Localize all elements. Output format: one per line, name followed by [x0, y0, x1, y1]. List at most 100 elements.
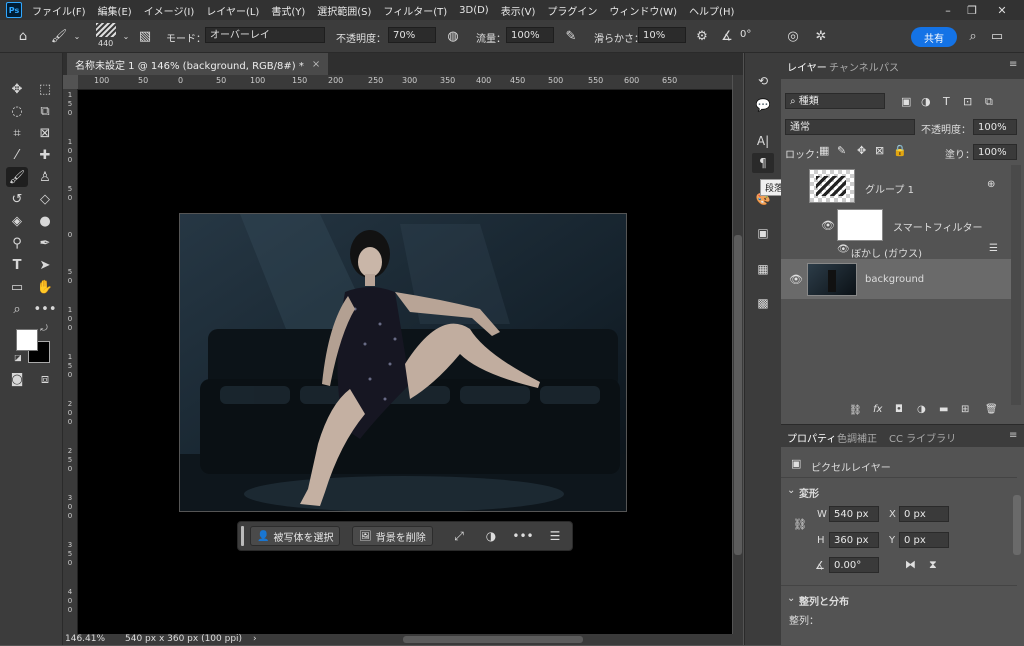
path-select-tool-icon[interactable]: ➤	[34, 255, 56, 275]
tab-layers[interactable]: レイヤー	[787, 59, 827, 74]
menu-help[interactable]: ヘルプ(H)	[683, 3, 740, 18]
object-select-tool-icon[interactable]: ⧉	[34, 101, 56, 121]
eye-icon[interactable]: 👁	[821, 219, 835, 232]
screen-mode-icon[interactable]: ⧈	[34, 369, 56, 389]
lock-position-icon[interactable]: ✥	[857, 144, 866, 157]
filter-type-icon[interactable]: T	[943, 95, 950, 108]
swap-colors-icon[interactable]: ⤾	[38, 323, 50, 335]
brush-tool-icon[interactable]: 🖌	[6, 167, 28, 187]
history-icon[interactable]: ⟲	[752, 71, 774, 91]
close-window-icon[interactable]: ✕	[990, 0, 1014, 20]
chevron-down-icon[interactable]: ⌄	[787, 485, 795, 496]
layer-filter-select[interactable]: ⌕ 種類	[785, 93, 885, 109]
quick-mask-icon[interactable]: ◙	[6, 369, 28, 389]
menu-edit[interactable]: 編集(E)	[92, 3, 138, 18]
layers-scrollbar[interactable]	[1011, 165, 1021, 405]
default-colors-icon[interactable]: ◪	[12, 351, 24, 363]
link-layers-icon[interactable]: ⛓	[849, 405, 862, 416]
filter-shape-icon[interactable]: ⊡	[963, 95, 972, 108]
select-subject-button[interactable]: 👤 被写体を選択	[250, 526, 341, 546]
rectangle-tool-icon[interactable]: ▭	[6, 277, 28, 297]
blend-mode-select[interactable]: 通常	[785, 119, 915, 135]
marquee-tool-icon[interactable]: ⬚	[34, 79, 56, 99]
new-adjustment-icon[interactable]: ◑	[917, 404, 926, 415]
height-input[interactable]: 360 px	[829, 532, 879, 548]
brush-settings-icon[interactable]: ▧	[136, 27, 154, 45]
document-info[interactable]: 540 px x 360 px (100 ppi)	[125, 634, 242, 644]
fill-input[interactable]: 100%	[973, 144, 1017, 160]
panel-menu-icon[interactable]: ≡	[1009, 59, 1017, 70]
patterns-icon[interactable]: ▩	[752, 293, 774, 313]
width-input[interactable]: 540 px	[829, 506, 879, 522]
horizontal-scroll-thumb[interactable]	[403, 636, 583, 643]
lock-pixels-icon[interactable]: ✎	[837, 144, 846, 157]
crop-tool-icon[interactable]: ⌗	[6, 123, 28, 143]
comment-icon[interactable]: 💬	[752, 95, 774, 115]
link-dimensions-icon[interactable]: ⛓	[793, 518, 807, 531]
symmetry-icon[interactable]: ✲	[812, 27, 830, 45]
properties-scroll-thumb[interactable]	[1013, 495, 1021, 555]
new-group-icon[interactable]: ▬	[939, 404, 948, 415]
healing-brush-tool-icon[interactable]: ✚	[34, 145, 56, 165]
scroll-thumb[interactable]	[734, 235, 742, 555]
menu-3d[interactable]: 3D(D)	[453, 5, 495, 16]
frame-tool-icon[interactable]: ⊠	[34, 123, 56, 143]
new-layer-icon[interactable]: ⊞	[961, 404, 969, 415]
gear-icon[interactable]: ⚙	[693, 27, 711, 45]
add-mask-icon[interactable]: ◘	[895, 404, 903, 415]
character-icon[interactable]: A|	[752, 131, 774, 151]
drag-handle[interactable]	[241, 526, 244, 546]
eyedropper-tool-icon[interactable]: ⁄	[6, 145, 28, 165]
menu-file[interactable]: ファイル(F)	[26, 3, 92, 18]
menu-window[interactable]: ウィンドウ(W)	[603, 3, 683, 18]
more-tools-icon[interactable]: •••	[34, 299, 57, 319]
filter-options-icon[interactable]: ☰	[989, 243, 998, 254]
gradient-icon[interactable]: ▣	[752, 223, 774, 243]
blend-mode-select[interactable]: オーバーレイ	[205, 27, 325, 43]
brush-preset-icon[interactable]	[96, 23, 116, 37]
filter-row-gaussian-blur[interactable]: 👁 ぼかし (ガウス) ☰	[781, 243, 1011, 260]
flip-vertical-icon[interactable]: ⧗	[929, 558, 937, 572]
search-icon[interactable]: ⌕	[964, 27, 982, 45]
adjustment-icon[interactable]: ◑	[480, 526, 502, 546]
swatches-icon[interactable]: ▦	[752, 259, 774, 279]
y-input[interactable]: 0 px	[899, 532, 949, 548]
more-options-icon[interactable]: •••	[512, 526, 534, 546]
zoom-level[interactable]: 146.41%	[65, 634, 105, 644]
layer-row-group[interactable]: グループ 1 ⊕	[781, 165, 1011, 209]
blur-tool-icon[interactable]: ●	[34, 211, 56, 231]
paint-bucket-tool-icon[interactable]: ◈	[6, 211, 28, 231]
eye-icon[interactable]: 👁	[837, 244, 850, 255]
filter-pixel-icon[interactable]: ▣	[901, 95, 911, 108]
flow-input[interactable]: 100%	[506, 27, 554, 43]
layer-row-background[interactable]: 👁 background	[781, 259, 1011, 299]
chevron-right-icon[interactable]: ›	[253, 634, 257, 644]
flip-horizontal-icon[interactable]: ⧓	[905, 558, 916, 571]
type-tool-icon[interactable]: T	[6, 255, 28, 275]
chevron-down-icon[interactable]: ⌄	[787, 593, 795, 604]
layer-row-smart-filter[interactable]: 👁 スマートフィルター	[781, 209, 1011, 243]
brush-tool-icon[interactable]: 🖌	[50, 27, 68, 45]
x-input[interactable]: 0 px	[899, 506, 949, 522]
dodge-tool-icon[interactable]: ⚲	[6, 233, 28, 253]
airbrush-icon[interactable]: ✎	[562, 27, 580, 45]
smoothing-input[interactable]: 10%	[638, 27, 686, 43]
layer-opacity-input[interactable]: 100%	[973, 119, 1017, 135]
lock-transparent-icon[interactable]: ▦	[819, 144, 829, 157]
share-button[interactable]: 共有	[911, 27, 957, 47]
tab-adjustments[interactable]: 色調補正	[837, 430, 877, 445]
transform-icon[interactable]: ⤢	[448, 526, 470, 546]
filter-adjustment-icon[interactable]: ◑	[921, 95, 931, 108]
restore-icon[interactable]: ❐	[960, 0, 984, 20]
home-icon[interactable]: ⌂	[14, 27, 32, 45]
lock-artboard-icon[interactable]: ⊠	[875, 144, 884, 157]
tab-properties[interactable]: プロパティ	[787, 430, 836, 445]
menu-select[interactable]: 選択範囲(S)	[311, 3, 377, 18]
foreground-color-swatch[interactable]	[16, 329, 38, 351]
vertical-scrollbar[interactable]	[733, 75, 743, 634]
hand-tool-icon[interactable]: ✋	[34, 277, 56, 297]
layer-name[interactable]: グループ 1	[865, 181, 914, 196]
workspace-icon[interactable]: ▭	[988, 27, 1006, 45]
menu-filter[interactable]: フィルター(T)	[377, 3, 453, 18]
menu-type[interactable]: 書式(Y)	[265, 3, 311, 18]
